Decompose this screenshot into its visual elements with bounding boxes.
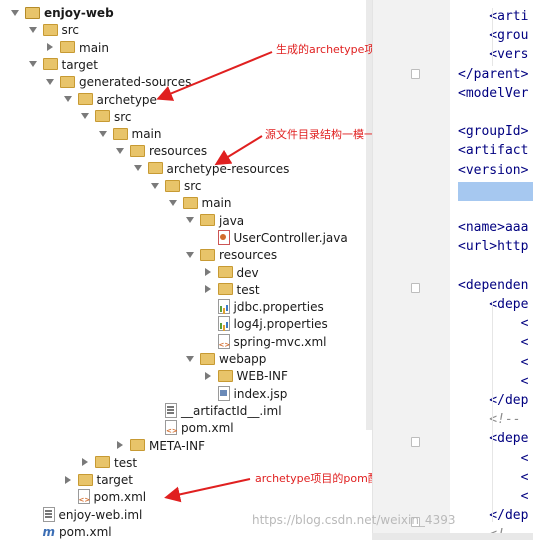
code-line: <version> [458, 162, 529, 178]
code-line: </parent> [458, 66, 529, 82]
code-line: < [458, 335, 529, 351]
code-line: <arti [458, 9, 529, 24]
code-editor[interactable]: <arti <grou <vers </parent> <modelVer <grou… [450, 0, 533, 540]
code-line: <depe [458, 431, 529, 447]
annotation-pom-config: archetype项目的pom配置 [255, 472, 390, 485]
code-line: <groupId> [458, 124, 529, 140]
selection-highlight [458, 182, 533, 201]
code-line: <grou [458, 28, 529, 44]
code-line: < [458, 450, 529, 466]
fold-marker-icon[interactable] [411, 437, 420, 447]
code-line: </dep [458, 508, 529, 524]
arrow-to-archetype [156, 51, 273, 101]
annotation-same-structure: 源文件目录结构一模一样 [265, 128, 386, 141]
horizontal-scrollbar[interactable] [372, 533, 533, 540]
fold-marker-icon[interactable] [411, 283, 420, 293]
arrow-to-pom [164, 478, 251, 503]
code-line: <modelVer [458, 85, 529, 101]
code-line: <!-- [458, 412, 521, 428]
code-line: < [458, 489, 529, 504]
code-line: < [458, 469, 529, 485]
code-line: <name>aaa [458, 220, 529, 236]
code-line: <depe [458, 297, 529, 312]
code-line: <dependen [458, 277, 529, 293]
code-line: < [458, 316, 529, 332]
code-line: <artifact [458, 143, 529, 159]
code-line: <url>http [458, 239, 529, 255]
code-line: <vers [458, 47, 529, 63]
editor-gutter [372, 0, 451, 540]
annotation-generated: 生成的archetype项目 [276, 43, 387, 56]
code-line: </dep [458, 393, 529, 408]
indent-guide [492, 302, 493, 522]
code-line: < [458, 354, 529, 370]
arrow-to-archetype-resources [214, 135, 263, 166]
fold-marker-icon[interactable] [411, 69, 420, 79]
code-line: < [458, 373, 529, 389]
watermark: https://blog.csdn.net/weixin_4393 [252, 513, 456, 527]
indent-guide [492, 8, 493, 66]
